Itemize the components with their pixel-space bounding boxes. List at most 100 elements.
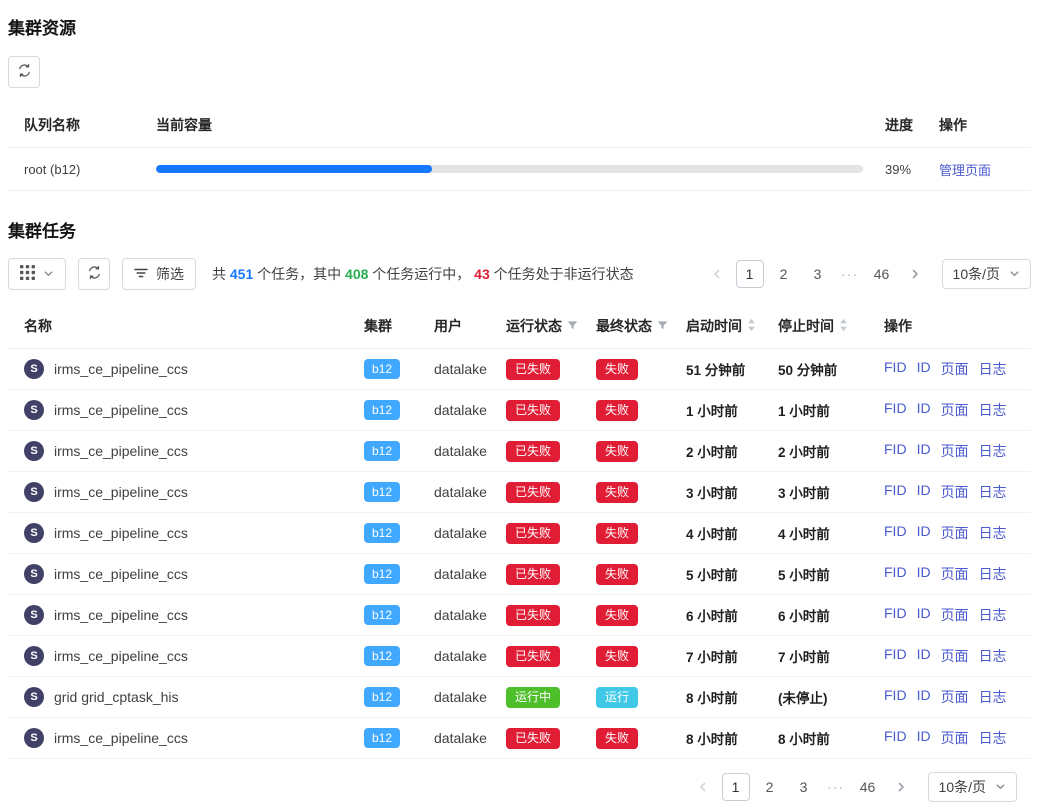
action-link-id[interactable]: ID — [917, 605, 931, 625]
pagination-page-46[interactable]: 46 — [854, 773, 882, 801]
action-link-log[interactable]: 日志 — [979, 646, 1007, 666]
view-layout-button[interactable] — [8, 258, 66, 290]
run-status-badge: 已失败 — [506, 400, 560, 421]
action-link-log[interactable]: 日志 — [979, 400, 1007, 420]
pagination-ellipsis[interactable]: ··· — [838, 266, 862, 282]
column-header-run-status[interactable]: 运行状态 — [506, 316, 596, 336]
filter-funnel-icon[interactable] — [567, 318, 578, 334]
action-link-fid[interactable]: FID — [884, 441, 907, 461]
action-link-page[interactable]: 页面 — [941, 359, 969, 379]
action-link-page[interactable]: 页面 — [941, 441, 969, 461]
action-link-id[interactable]: ID — [917, 687, 931, 707]
action-link-page[interactable]: 页面 — [941, 564, 969, 584]
sort-carets-icon[interactable] — [839, 318, 848, 335]
table-row: S irms_ce_pipeline_ccs b12 datalake 已失败 … — [8, 595, 1031, 636]
action-link-fid[interactable]: FID — [884, 646, 907, 666]
pagination-next-icon[interactable] — [902, 261, 928, 287]
pagination-page-3[interactable]: 3 — [804, 260, 832, 288]
action-link-id[interactable]: ID — [917, 400, 931, 420]
task-name: irms_ce_pipeline_ccs — [54, 525, 188, 541]
action-link-log[interactable]: 日志 — [979, 564, 1007, 584]
user-name: datalake — [434, 607, 506, 623]
final-status-badge: 失败 — [596, 400, 638, 421]
action-link-page[interactable]: 页面 — [941, 646, 969, 666]
task-name: irms_ce_pipeline_ccs — [54, 484, 188, 500]
pagination-page-3[interactable]: 3 — [790, 773, 818, 801]
cluster-badge: b12 — [364, 359, 400, 379]
row-actions: FID ID 页面日志 — [884, 728, 1027, 748]
cluster-badge: b12 — [364, 605, 400, 625]
pagination-page-1[interactable]: 1 — [736, 260, 764, 288]
action-link-fid[interactable]: FID — [884, 564, 907, 584]
start-time: 51 分钟前 — [686, 359, 778, 379]
pagination-page-2[interactable]: 2 — [756, 773, 784, 801]
action-link-fid[interactable]: FID — [884, 605, 907, 625]
start-time: 4 小时前 — [686, 523, 778, 543]
task-summary: 共 451 个任务，其中 408 个任务运行中， 43 个任务处于非运行状态 — [212, 264, 634, 284]
start-time: 2 小时前 — [686, 441, 778, 461]
column-header-final-status[interactable]: 最终状态 — [596, 316, 686, 336]
action-link-log[interactable]: 日志 — [979, 441, 1007, 461]
action-link-fid[interactable]: FID — [884, 728, 907, 748]
action-link-fid[interactable]: FID — [884, 359, 907, 379]
action-link-log[interactable]: 日志 — [979, 687, 1007, 707]
action-link-page[interactable]: 页面 — [941, 400, 969, 420]
pagination-page-1[interactable]: 1 — [722, 773, 750, 801]
start-time: 3 小时前 — [686, 482, 778, 502]
manage-page-link[interactable]: 管理页面 — [939, 163, 991, 178]
tasks-refresh-button[interactable] — [78, 258, 110, 290]
action-link-page[interactable]: 页面 — [941, 687, 969, 707]
column-label: 停止时间 — [778, 316, 834, 336]
action-link-id[interactable]: ID — [917, 564, 931, 584]
spark-avatar: S — [24, 482, 44, 502]
action-link-page[interactable]: 页面 — [941, 728, 969, 748]
pagination-prev-icon[interactable] — [690, 774, 716, 800]
action-link-fid[interactable]: FID — [884, 482, 907, 502]
action-link-fid[interactable]: FID — [884, 523, 907, 543]
action-link-id[interactable]: ID — [917, 441, 931, 461]
action-link-log[interactable]: 日志 — [979, 523, 1007, 543]
cluster-tasks-title: 集群任务 — [8, 217, 1031, 242]
resources-refresh-button[interactable] — [8, 56, 40, 88]
pagination-prev-icon[interactable] — [704, 261, 730, 287]
page-size-select[interactable]: 10条/页 — [942, 259, 1031, 289]
action-link-page[interactable]: 页面 — [941, 605, 969, 625]
cluster-badge: b12 — [364, 482, 400, 502]
action-link-page[interactable]: 页面 — [941, 523, 969, 543]
action-link-log[interactable]: 日志 — [979, 482, 1007, 502]
column-header-queue-name: 队列名称 — [24, 115, 148, 135]
action-link-log[interactable]: 日志 — [979, 605, 1007, 625]
action-link-fid[interactable]: FID — [884, 400, 907, 420]
sort-carets-icon[interactable] — [747, 318, 756, 335]
column-label: 启动时间 — [686, 316, 742, 336]
action-link-id[interactable]: ID — [917, 646, 931, 666]
action-link-id[interactable]: ID — [917, 359, 931, 379]
page-size-select[interactable]: 10条/页 — [928, 772, 1017, 802]
column-label: 用户 — [434, 316, 462, 336]
action-link-id[interactable]: ID — [917, 482, 931, 502]
final-status-badge: 失败 — [596, 605, 638, 626]
action-link-log[interactable]: 日志 — [979, 359, 1007, 379]
cluster-resources-section: 集群资源 队列名称 当前容量 进度 操作 root (b12) — [8, 14, 1031, 191]
cluster-badge: b12 — [364, 564, 400, 584]
filter-button[interactable]: 筛选 — [122, 258, 196, 290]
action-link-id[interactable]: ID — [917, 523, 931, 543]
action-link-page[interactable]: 页面 — [941, 482, 969, 502]
cluster-badge: b12 — [364, 728, 400, 748]
running-task-count: 408 — [345, 266, 368, 282]
row-actions: FID ID 页面日志 — [884, 605, 1027, 625]
action-link-id[interactable]: ID — [917, 728, 931, 748]
column-header-stop-time[interactable]: 停止时间 — [778, 316, 884, 336]
row-actions: FID ID 页面日志 — [884, 564, 1027, 584]
run-status-badge: 已失败 — [506, 441, 560, 462]
final-status-badge: 失败 — [596, 646, 638, 667]
action-link-log[interactable]: 日志 — [979, 728, 1007, 748]
column-header-start-time[interactable]: 启动时间 — [686, 316, 778, 336]
pagination-page-2[interactable]: 2 — [770, 260, 798, 288]
action-link-fid[interactable]: FID — [884, 687, 907, 707]
pagination-page-46[interactable]: 46 — [868, 260, 896, 288]
pagination-next-icon[interactable] — [888, 774, 914, 800]
user-name: datalake — [434, 525, 506, 541]
pagination-ellipsis[interactable]: ··· — [824, 779, 848, 795]
filter-funnel-icon[interactable] — [657, 318, 668, 334]
